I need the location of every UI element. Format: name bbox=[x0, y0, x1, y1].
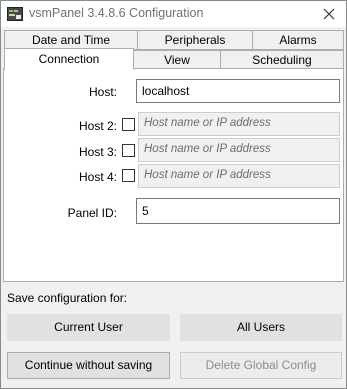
host-label: Host: bbox=[88, 85, 117, 99]
title-bar: vsmPanel 3.4.8.6 Configuration bbox=[1, 1, 346, 27]
host4-label: Host 4: bbox=[78, 170, 117, 184]
host4-checkbox[interactable] bbox=[122, 169, 135, 182]
all-users-button[interactable]: All Users bbox=[180, 314, 342, 341]
connection-panel: Host: localhost Host 2: Host name or IP … bbox=[3, 68, 344, 282]
close-icon bbox=[323, 8, 335, 20]
host3-label: Host 3: bbox=[78, 145, 117, 159]
tab-label: View bbox=[164, 53, 190, 67]
tab-view[interactable]: View bbox=[133, 50, 221, 70]
current-user-button[interactable]: Current User bbox=[7, 314, 170, 341]
tab-label: Peripherals bbox=[164, 33, 226, 47]
config-window: vsmPanel 3.4.8.6 Configuration Date and … bbox=[0, 0, 347, 389]
app-icon bbox=[7, 7, 23, 21]
continue-without-saving-button[interactable]: Continue without saving bbox=[7, 352, 170, 379]
tab-label: Date and Time bbox=[31, 33, 111, 47]
host-input[interactable]: localhost bbox=[136, 79, 340, 103]
host3-input[interactable]: Host name or IP address bbox=[138, 138, 340, 162]
tab-label: Connection bbox=[38, 52, 100, 66]
tab-connection[interactable]: Connection bbox=[4, 48, 134, 70]
host2-checkbox[interactable] bbox=[122, 118, 135, 131]
tab-label: Scheduling bbox=[252, 53, 312, 67]
tab-date-and-time[interactable]: Date and Time bbox=[4, 30, 138, 50]
window-title: vsmPanel 3.4.8.6 Configuration bbox=[29, 6, 204, 20]
host4-input[interactable]: Host name or IP address bbox=[138, 164, 340, 188]
panel-id-label: Panel ID: bbox=[67, 206, 117, 220]
close-button[interactable] bbox=[320, 5, 338, 23]
save-configuration-label: Save configuration for: bbox=[7, 291, 128, 305]
tab-label: Alarms bbox=[279, 33, 317, 47]
host2-label: Host 2: bbox=[78, 119, 117, 133]
tab-peripherals[interactable]: Peripherals bbox=[137, 30, 253, 50]
tab-alarms[interactable]: Alarms bbox=[252, 30, 344, 50]
panel-id-input[interactable]: 5 bbox=[136, 198, 340, 224]
tab-scheduling[interactable]: Scheduling bbox=[220, 50, 344, 70]
host3-checkbox[interactable] bbox=[122, 144, 135, 157]
delete-global-config-button[interactable]: Delete Global Config bbox=[180, 352, 342, 379]
host2-input[interactable]: Host name or IP address bbox=[138, 112, 340, 136]
